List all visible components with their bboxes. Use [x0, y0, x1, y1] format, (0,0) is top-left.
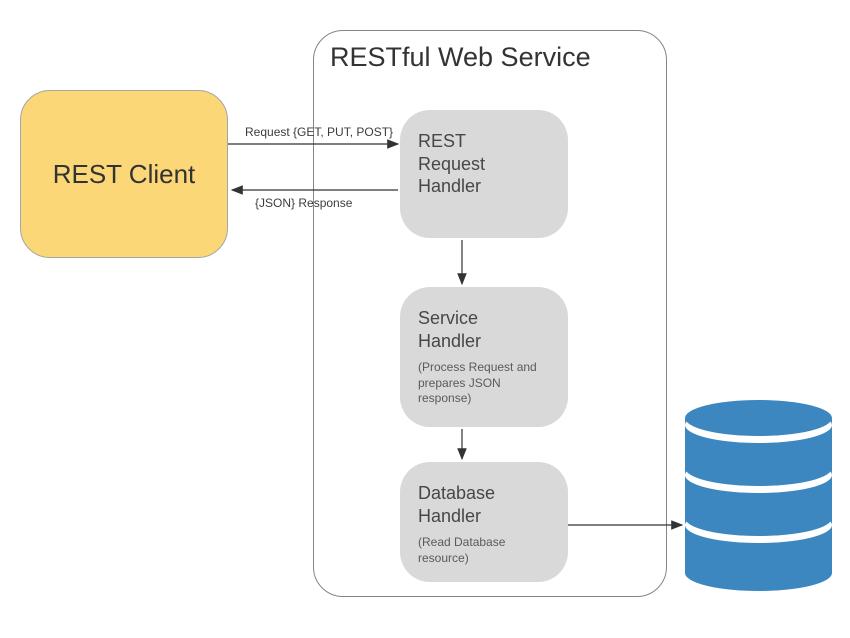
database-icon: [685, 400, 832, 590]
response-arrow-label: {JSON} Response: [255, 196, 352, 210]
service-title: RESTful Web Service: [330, 42, 591, 73]
request-handler-box: REST Request Handler: [400, 110, 568, 238]
rest-client-box: REST Client: [20, 90, 228, 258]
service-handler-box: Service Handler (Process Request and pre…: [400, 287, 568, 427]
service-handler-title: Service Handler: [418, 307, 550, 352]
request-arrow-label: Request {GET, PUT, POST}: [245, 125, 393, 139]
rest-client-label: REST Client: [53, 159, 196, 190]
database-handler-box: Database Handler (Read Database resource…: [400, 462, 568, 582]
request-handler-title: REST Request Handler: [418, 130, 550, 198]
diagram-canvas: REST Client RESTful Web Service REST Req…: [0, 0, 850, 638]
database-handler-title: Database Handler: [418, 482, 550, 527]
service-handler-sub: (Process Request and prepares JSON respo…: [418, 360, 550, 407]
database-handler-sub: (Read Database resource): [418, 535, 550, 566]
